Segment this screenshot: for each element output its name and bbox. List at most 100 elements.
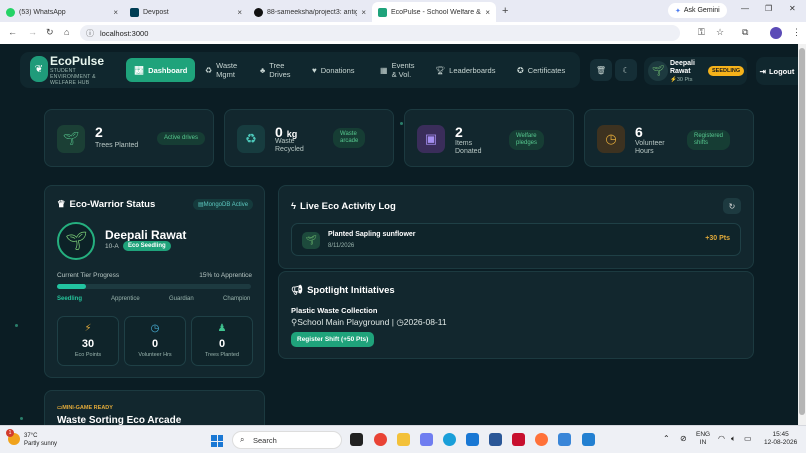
tier-step: Apprentice [111,296,140,302]
whatsapp-icon [6,7,15,17]
stat-label: Waste [275,138,295,145]
nav-certificates[interactable]: ✪ Certificates [517,58,565,82]
file-explorer-icon[interactable] [397,433,410,446]
tab-label: EcoPulse - School Welfare & Env... [391,8,481,16]
activity-log-panel: ϟ Live Eco Activity Log ↻ 🌱︎ Planted Sapl… [278,185,754,269]
forward-icon[interactable]: → [28,27,37,37]
tab-whatsapp[interactable]: (53) WhatsApp × [0,2,124,22]
nav-label: Certificates [527,65,566,75]
notification-badge: 1 [6,429,14,437]
activity-date: 8/11/2026 [328,243,355,249]
edge-icon[interactable] [443,433,456,446]
brand-subtitle: WELFARE HUB [50,80,90,86]
extensions-icon[interactable]: ⧉ [742,27,748,38]
nav-leaderboards[interactable]: 🏆︎ Leaderboards [435,58,495,82]
page-scrollbar[interactable] [798,44,806,425]
list-item: 🌱︎ Planted Sapling sunflower 8/11/2026 +… [291,223,741,256]
tier-step: Seedling [57,296,83,302]
home-icon[interactable]: ⌂ [64,27,69,37]
language-indicator[interactable]: ENG IN [696,431,710,447]
avatar: 🌱︎ [648,61,668,81]
tab-devpost[interactable]: Devpost × [124,2,248,22]
task-view-icon[interactable] [350,433,363,446]
nav-dashboard[interactable]: 📈︎ Dashboard [126,58,196,82]
stat-pill: shifts [694,140,709,146]
nav-tree-drives[interactable]: ♣ Tree Drives [260,58,291,82]
nav-label: Events [391,61,415,70]
profile-avatar[interactable] [770,27,782,39]
back-icon[interactable]: ← [8,27,17,37]
mcafee-icon[interactable] [512,433,525,446]
firefox-icon[interactable] [535,433,548,446]
tree-icon: ♣ [260,65,266,75]
close-tab-icon[interactable]: × [361,8,366,17]
taskbar-search[interactable]: ⌕ Search [232,431,342,449]
calendar-icon: ▦ [380,65,388,75]
url-text: localhost:3000 [100,28,149,38]
logout-icon: ⇥ [759,66,766,76]
ask-gemini-button[interactable]: ✦ Ask Gemini [668,3,727,18]
bell-icon: ♟︎ [217,323,227,334]
new-tab-button[interactable]: + [502,5,508,17]
trash-icon[interactable]: 🗑︎ [590,59,612,81]
wifi-icon[interactable]: ◠ [718,435,725,443]
site-info-icon[interactable]: ⓘ [86,28,94,39]
refresh-icon[interactable]: ↻ [723,198,741,214]
restore-icon[interactable]: ❐ [765,4,772,13]
chrome-icon[interactable] [374,433,387,446]
url-field[interactable]: ⓘ localhost:3000 [80,25,680,41]
mini-game-panel: ▭MINI-GAME READY Waste Sorting Eco Arcad… [44,390,265,425]
logout-button[interactable]: ⇥ Logout [756,57,798,85]
reload-icon[interactable]: ↻ [46,27,54,38]
close-tab-icon[interactable]: × [485,8,490,17]
gemini-label: Ask Gemini [683,7,720,14]
close-window-icon[interactable]: ✕ [789,4,796,13]
tab-github[interactable]: 88-sameeksha/project3: antigr... × [248,2,372,22]
register-shift-button[interactable]: Register Shift (+50 Pts) [291,332,375,347]
password-key-icon[interactable]: ⚿ [698,27,705,38]
app-icon[interactable] [489,433,502,446]
scrollbar-thumb[interactable] [799,48,805,415]
stat-value: 2 [455,124,463,140]
moon-icon[interactable]: ☾ [615,59,637,81]
tray-app-icon[interactable]: ⊘ [680,435,687,443]
outlook-icon[interactable] [558,433,571,446]
lang-region: IN [699,439,707,446]
nav-donations[interactable]: ♥ Donations [312,58,355,82]
trees-planted-tile: ♟︎ 0 Trees Planted [191,316,253,366]
tier-progress-next: 15% to Apprentice [199,272,252,279]
minimize-icon[interactable]: — [741,4,749,13]
student-name: Deepali Rawat [105,228,187,242]
close-tab-icon[interactable]: × [237,8,242,17]
volume-icon[interactable]: 🔈︎ [731,435,736,443]
tab-ecopulse[interactable]: EcoPulse - School Welfare & Env... × [372,2,496,22]
decor-dot [20,417,23,420]
stat-pill: Registered [694,133,724,139]
tier-progress-bar [57,284,251,289]
bookmark-star-icon[interactable]: ☆ [716,27,724,38]
stat-pill: Waste [340,131,357,137]
panel-title-text: Spotlight Initiatives [307,285,395,296]
copilot-icon[interactable] [420,433,433,446]
taskbar: 1 37°C Partly sunny ⌕ Search ⌃ ⊘ ENG IN ◠ … [0,425,806,453]
mini-game-title: Waste Sorting Eco Arcade [57,415,182,425]
weather-widget[interactable]: 1 37°C Partly sunny [6,429,58,448]
store-icon[interactable] [466,433,479,446]
clock[interactable]: 15:45 12-08-2026 [764,431,797,447]
nav-events[interactable]: ▦ Events & Vol. [380,58,415,82]
tab-label: (53) WhatsApp [19,8,66,16]
activity-title: Planted Sapling sunflower [328,231,416,238]
chevron-up-icon[interactable]: ⌃ [663,435,670,443]
menu-kebab-icon[interactable]: ⋮ [792,27,801,38]
windows-start-icon[interactable] [211,435,223,447]
user-chip[interactable]: 🌱︎ Deepali Rawat ⚡30 Pts SEEDLING [644,57,747,85]
tier-step: Champion [223,296,251,302]
weather-cond: Partly sunny [24,441,58,447]
tier-progress-fill [57,284,87,289]
close-tab-icon[interactable]: × [113,8,118,17]
initiative-location: School Main Playground [297,317,390,327]
nav-waste-mgmt[interactable]: ♻ Waste Mgmt [205,58,237,82]
stat-label: Donated [455,148,482,155]
vscode-icon[interactable] [582,433,595,446]
battery-icon[interactable]: ▭ [744,435,752,443]
